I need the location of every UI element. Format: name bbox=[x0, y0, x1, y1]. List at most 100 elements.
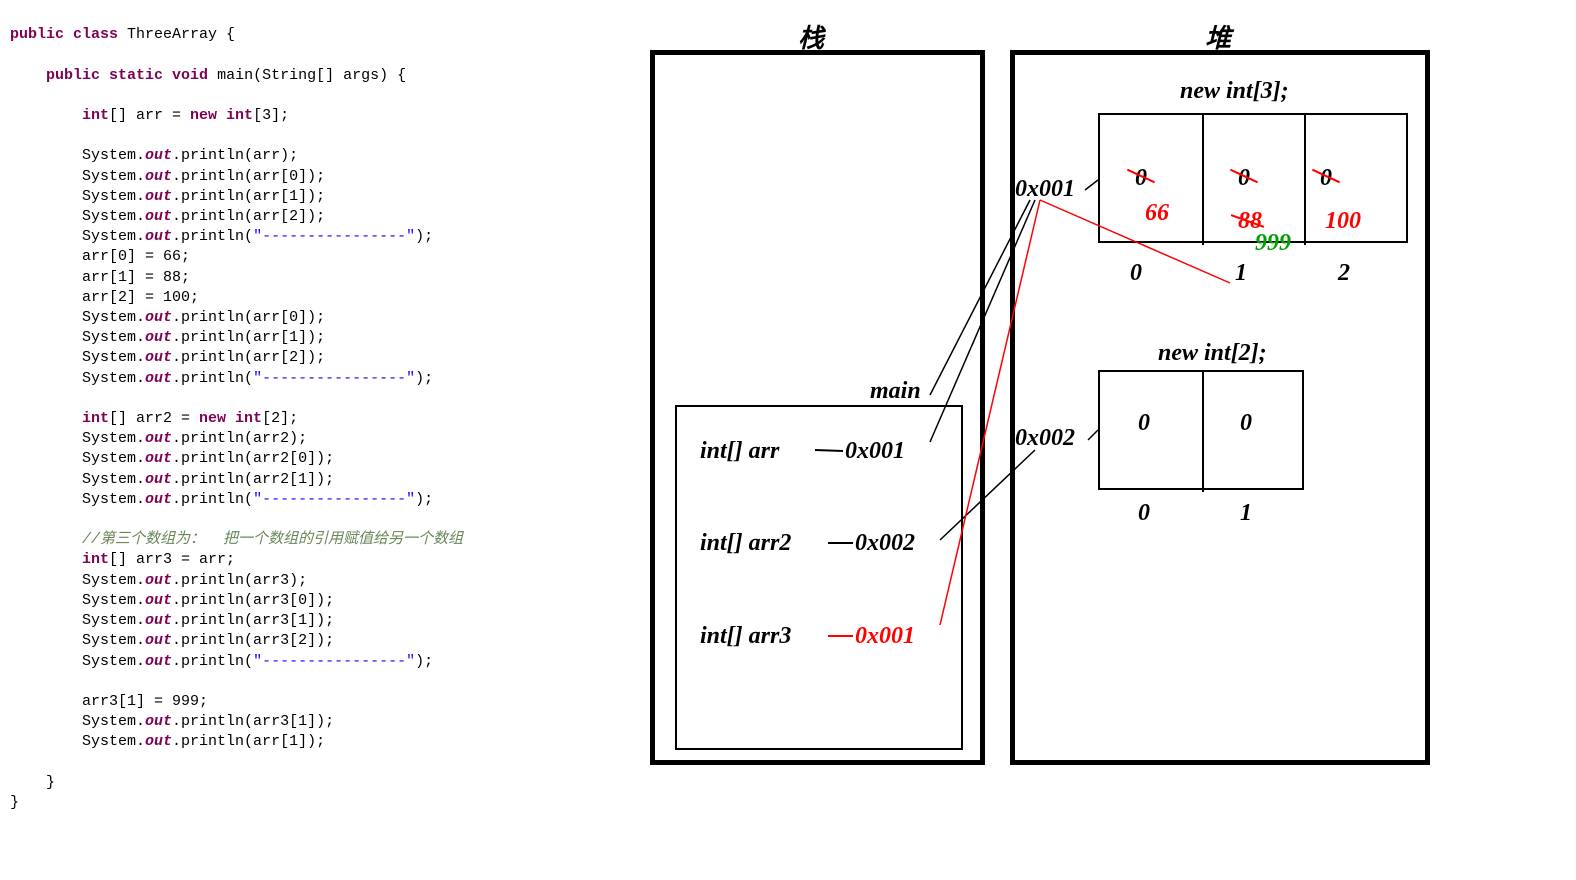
out3: out bbox=[145, 188, 172, 205]
arr2-idx0: 0 bbox=[1138, 500, 1150, 527]
p-arr0: .println(arr[0]); bbox=[172, 168, 325, 185]
out8: out bbox=[145, 349, 172, 366]
sys9: System. bbox=[82, 370, 145, 387]
p-dash3: .println( bbox=[172, 491, 253, 508]
kw-public2: public bbox=[46, 67, 109, 84]
dash2: "----------------" bbox=[253, 370, 415, 387]
sys4: System. bbox=[82, 208, 145, 225]
out4: out bbox=[145, 208, 172, 225]
memory-diagram: 栈 堆 main int[] arr 0x001 int[] arr2 0x00… bbox=[640, 0, 1576, 880]
idx1: 1 bbox=[1235, 260, 1247, 287]
new-int2-label: new int[2]; bbox=[1158, 340, 1267, 367]
cell-sep bbox=[1202, 372, 1204, 492]
p-arr2v: .println(arr2); bbox=[172, 430, 307, 447]
heap-addr-1: 0x001 bbox=[1015, 176, 1075, 203]
main-label: main bbox=[870, 378, 921, 405]
main-sig: main(String[] args) { bbox=[217, 67, 406, 84]
heap-addr-2: 0x002 bbox=[1015, 425, 1075, 452]
out10: out bbox=[145, 430, 172, 447]
out18: out bbox=[145, 653, 172, 670]
idx0: 0 bbox=[1130, 260, 1142, 287]
sys20: System. bbox=[82, 733, 145, 750]
out16: out bbox=[145, 612, 172, 629]
sys1: System. bbox=[82, 147, 145, 164]
p-dash2: .println( bbox=[172, 370, 253, 387]
p-arr2-0: .println(arr2[0]); bbox=[172, 450, 334, 467]
p-arr3-2: .println(arr3[2]); bbox=[172, 632, 334, 649]
sys18: System. bbox=[82, 653, 145, 670]
sys6: System. bbox=[82, 309, 145, 326]
assign2: arr[2] = 100; bbox=[82, 289, 199, 306]
code-block: public class ThreeArray { public static … bbox=[10, 5, 463, 813]
p-arr: .println(arr); bbox=[172, 147, 298, 164]
arr2-var-label: int[] arr2 bbox=[700, 530, 791, 557]
sys3: System. bbox=[82, 188, 145, 205]
close-brace1: } bbox=[46, 774, 55, 791]
close-brace2: } bbox=[10, 794, 19, 811]
class-decl: ThreeArray { bbox=[127, 26, 235, 43]
out1: out bbox=[145, 147, 172, 164]
cp4: ); bbox=[415, 653, 433, 670]
out5: out bbox=[145, 228, 172, 245]
kw-class: class bbox=[73, 26, 127, 43]
cp1: ); bbox=[415, 228, 433, 245]
cp2: ); bbox=[415, 370, 433, 387]
sys7: System. bbox=[82, 329, 145, 346]
p-arr3-0: .println(arr3[0]); bbox=[172, 592, 334, 609]
assign0: arr[0] = 66; bbox=[82, 248, 190, 265]
cell-sep bbox=[1202, 115, 1204, 245]
cell1-val999: 999 bbox=[1255, 230, 1291, 257]
p-dash4: .println( bbox=[172, 653, 253, 670]
out19: out bbox=[145, 713, 172, 730]
p-arr0b: .println(arr[0]); bbox=[172, 309, 325, 326]
arr3-var-addr: 0x001 bbox=[855, 623, 915, 650]
arr2-decl: [] arr2 = bbox=[109, 410, 199, 427]
arr-var-label: int[] arr bbox=[700, 438, 779, 465]
new-int2: [2]; bbox=[262, 410, 298, 427]
new-int3-label: new int[3]; bbox=[1180, 78, 1289, 105]
dash4: "----------------" bbox=[253, 653, 415, 670]
cell2-val: 100 bbox=[1325, 208, 1361, 235]
arr2-cell0: 0 bbox=[1138, 410, 1150, 437]
out17: out bbox=[145, 632, 172, 649]
p-arr2: .println(arr[2]); bbox=[172, 208, 325, 225]
out15: out bbox=[145, 592, 172, 609]
assign1: arr[1] = 88; bbox=[82, 269, 190, 286]
arr-var-addr: 0x001 bbox=[845, 438, 905, 465]
p-arr3-1: .println(arr3[1]); bbox=[172, 612, 334, 629]
arr3-var-label: int[] arr3 bbox=[700, 623, 791, 650]
sys10: System. bbox=[82, 430, 145, 447]
out11: out bbox=[145, 450, 172, 467]
sys2: System. bbox=[82, 168, 145, 185]
arr3-assign: arr3[1] = 999; bbox=[82, 693, 208, 710]
p-arr2-1: .println(arr2[1]); bbox=[172, 471, 334, 488]
p-arr3-1b: .println(arr3[1]); bbox=[172, 713, 334, 730]
dash3: "----------------" bbox=[253, 491, 415, 508]
cp3: ); bbox=[415, 491, 433, 508]
p-arr1: .println(arr[1]); bbox=[172, 188, 325, 205]
out9: out bbox=[145, 370, 172, 387]
int-kw2: int bbox=[82, 410, 109, 427]
p-arr2b: .println(arr[2]); bbox=[172, 349, 325, 366]
heap-array-2 bbox=[1098, 370, 1304, 490]
sys5: System. bbox=[82, 228, 145, 245]
sys15: System. bbox=[82, 592, 145, 609]
cell-sep bbox=[1304, 115, 1306, 245]
kw-void: void bbox=[172, 67, 217, 84]
idx2: 2 bbox=[1338, 260, 1350, 287]
p-dash1: .println( bbox=[172, 228, 253, 245]
p-arr3v: .println(arr3); bbox=[172, 572, 307, 589]
out14: out bbox=[145, 572, 172, 589]
out2: out bbox=[145, 168, 172, 185]
int-kw1: int bbox=[82, 107, 109, 124]
sys16: System. bbox=[82, 612, 145, 629]
kw-public: public bbox=[10, 26, 73, 43]
sys14: System. bbox=[82, 572, 145, 589]
new-kw2: new int bbox=[199, 410, 262, 427]
out6: out bbox=[145, 309, 172, 326]
out13: out bbox=[145, 491, 172, 508]
sys12: System. bbox=[82, 471, 145, 488]
out12: out bbox=[145, 471, 172, 488]
dash1: "----------------" bbox=[253, 228, 415, 245]
arr2-var-addr: 0x002 bbox=[855, 530, 915, 557]
